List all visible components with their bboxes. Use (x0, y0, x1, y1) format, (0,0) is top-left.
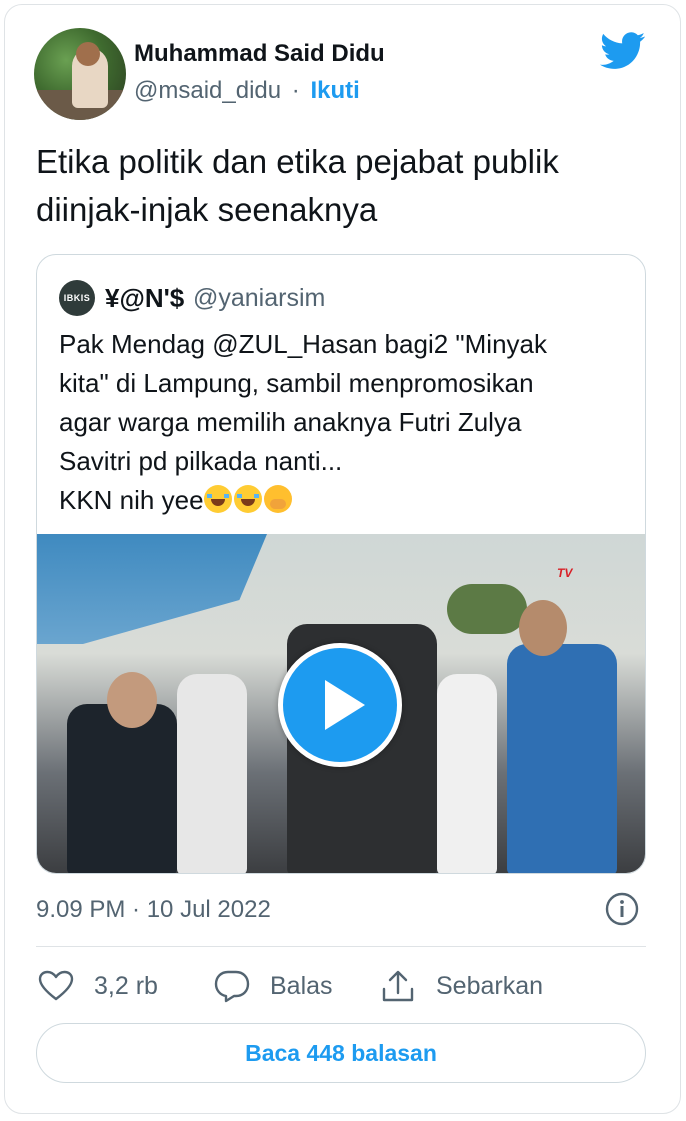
author-handle-row: @msaid_didu · Ikuti (134, 77, 360, 105)
share-upload-icon (382, 970, 414, 1002)
video-figure (177, 674, 247, 873)
video-tent-canopy (37, 534, 267, 644)
video-trees (447, 584, 527, 634)
video-figure-head (107, 672, 157, 728)
quoted-text-line: Savitri pd pilkada nanti... (59, 446, 343, 476)
read-replies-button[interactable]: Baca 448 balasan (36, 1023, 646, 1083)
quoted-text-line: kita" di Lampung, sambil menpromosikan (59, 368, 534, 398)
author-avatar[interactable] (34, 28, 126, 120)
video-figure (507, 644, 617, 873)
tears-of-joy-emoji-icon (203, 485, 232, 513)
quoted-author-name: ¥@N'$ (105, 283, 185, 313)
author-name[interactable]: Muhammad Said Didu (134, 40, 385, 68)
separator-dot: · (291, 77, 300, 104)
like-button[interactable]: 3,2 rb (38, 966, 158, 1006)
twitter-bird-icon[interactable] (600, 32, 646, 70)
quoted-text-line: Pak Mendag @ZUL_Hasan bagi2 "Minyak (59, 329, 547, 359)
quoted-text-kkn: KKN nih yee (59, 485, 204, 515)
follow-link[interactable]: Ikuti (310, 77, 359, 104)
tweet-text-line: Etika politik dan etika pejabat publik (36, 143, 559, 180)
video-figure (67, 704, 177, 873)
quoted-author-handle: @yaniarsim (193, 284, 326, 312)
quoted-tweet-text: Pak Mendag @ZUL_Hasan bagi2 "Minyak kita… (59, 325, 629, 520)
tweet-text: Etika politik dan etika pejabat publik d… (36, 138, 656, 234)
play-button[interactable] (278, 643, 402, 767)
author-handle[interactable]: @msaid_didu (134, 77, 281, 104)
video-figure-head (519, 600, 567, 656)
like-count: 3,2 rb (94, 971, 158, 1000)
share-label: Sebarkan (436, 971, 544, 1000)
quoted-text-line-last: KKN nih yee (59, 481, 629, 520)
tweet-text-line: diinjak-injak seenaknya (36, 191, 378, 228)
avatar-person-head (76, 42, 100, 66)
play-icon (325, 680, 365, 730)
quoted-tweet[interactable]: IBKIS ¥@N'$ @yaniarsim Pak Mendag @ZUL_H… (36, 254, 646, 874)
reply-label: Balas (270, 971, 333, 1000)
heart-icon (38, 970, 74, 1001)
video-thumbnail[interactable]: TV (37, 534, 645, 873)
info-icon[interactable] (605, 892, 639, 926)
divider (36, 946, 646, 947)
tweet-timestamp[interactable]: 9.09 PM · 10 Jul 2022 (36, 896, 271, 924)
speech-bubble-icon (214, 970, 250, 1003)
share-button[interactable]: Sebarkan (380, 966, 543, 1006)
hand-over-mouth-emoji-icon (263, 485, 292, 513)
tears-of-joy-emoji-icon (233, 485, 262, 513)
video-figure (437, 674, 497, 873)
quoted-text-line: agar warga memilih anaknya Futri Zulya (59, 407, 522, 437)
reply-button[interactable]: Balas (214, 966, 333, 1006)
quoted-author-avatar: IBKIS (59, 280, 95, 316)
video-watermark: TV (557, 566, 573, 580)
